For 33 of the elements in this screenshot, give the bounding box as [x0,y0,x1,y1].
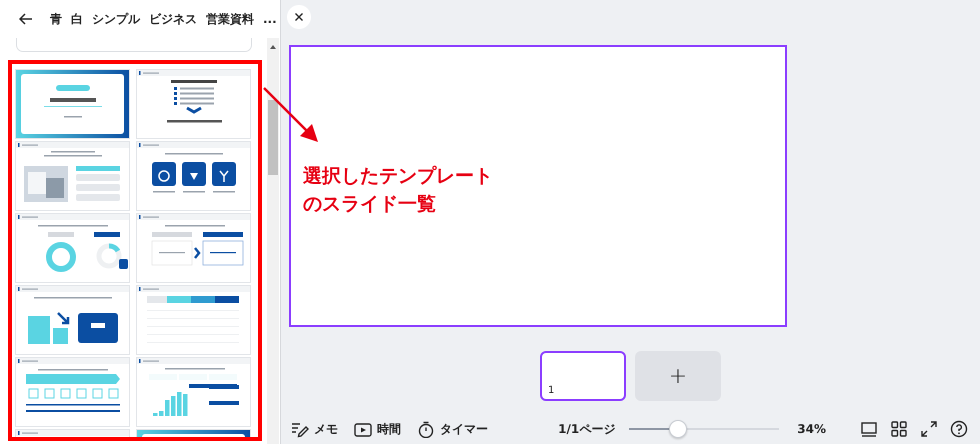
filter-tag[interactable]: ... [263,12,277,26]
play-screen-icon [354,420,372,438]
single-view-icon[interactable] [860,420,878,438]
scroll-up-icon[interactable] [269,44,277,50]
slide-thumbnail[interactable] [16,70,129,138]
filter-tag[interactable]: シンプル [92,10,140,28]
back-arrow-icon[interactable] [19,13,33,25]
slider-thumb[interactable] [669,420,688,438]
page-number: 1 [548,385,554,396]
help-icon[interactable] [950,420,968,438]
tool-button[interactable]: 時間 [354,420,401,438]
scrollbar[interactable] [267,38,279,444]
close-icon [294,12,304,22]
page-thumbnail[interactable]: 1 [540,351,626,401]
filter-tag[interactable]: 営業資料 [206,10,254,28]
add-page-button[interactable]: + [635,351,721,401]
zoom-reading: 34% [797,422,826,436]
filter-tag[interactable]: ビジネス [149,10,197,28]
fullscreen-icon[interactable] [920,420,938,438]
zoom-slider[interactable] [629,420,780,438]
close-button[interactable] [287,5,311,29]
pencil-lines-icon [291,420,309,438]
slide-canvas[interactable] [289,45,787,327]
grid-view-icon[interactable] [890,420,908,438]
page-count: 1/1ページ [558,420,616,438]
filter-tag[interactable]: 白 [71,10,83,28]
annotation-text: 選択したテンプレート [303,164,493,189]
filter-tag[interactable]: 青 [50,10,62,28]
tool-button[interactable]: タイマー [417,420,488,438]
scroll-thumb[interactable] [268,100,278,175]
stopwatch-icon [417,420,435,438]
annotation-text: のスライド一覧 [303,192,436,217]
tool-button[interactable]: メモ [291,420,338,438]
